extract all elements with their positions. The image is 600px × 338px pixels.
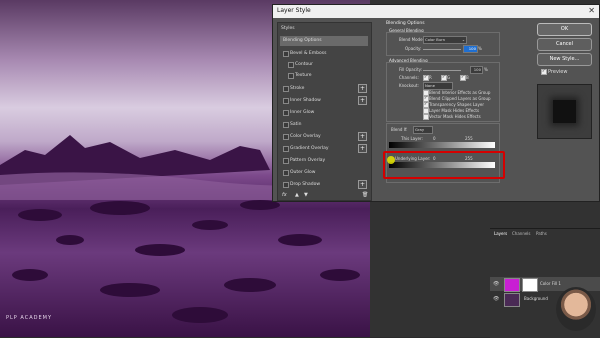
checkbox[interactable]: [283, 134, 289, 140]
watermark-text: PLP ACADEMY: [6, 315, 53, 321]
layer-mask-hides-label: Layer Mask Hides Effects: [429, 108, 480, 113]
blend-mode-label: Blend Mode:: [399, 37, 424, 42]
blend-interior-label: Blend Interior Effects as Group: [429, 90, 491, 95]
this-layer-high: 255: [465, 136, 473, 141]
channel-r-label: R: [429, 75, 432, 80]
opacity-input[interactable]: 100: [463, 45, 478, 53]
presenter-avatar: [556, 287, 596, 331]
add-icon[interactable]: +: [358, 144, 367, 153]
tab-channels[interactable]: Channels: [512, 231, 531, 236]
blend-clipped-label: Blend Clipped Layers as Group: [429, 96, 491, 101]
style-pattern-overlay[interactable]: Pattern Overlay: [280, 156, 368, 166]
cursor-indicator: [387, 156, 395, 164]
blend-mode-select[interactable]: Color Burn ⌄: [423, 36, 467, 44]
opacity-slider[interactable]: [423, 49, 461, 50]
checkbox[interactable]: [283, 86, 289, 92]
this-layer-label: This Layer:: [401, 136, 423, 141]
knockout-label: Knockout:: [399, 83, 419, 88]
knockout-select[interactable]: None: [423, 82, 453, 90]
vector-mask-hides-label: Vector Mask Hides Effects: [429, 114, 481, 119]
add-icon[interactable]: +: [358, 180, 367, 189]
style-blending-options[interactable]: Blending Options: [280, 36, 368, 46]
preview-label: Preview: [548, 69, 568, 75]
transparency-shapes-label: Transparency Shapes Layer: [429, 102, 484, 107]
blending-options-panel: Blending Options General Blending Blend …: [383, 20, 505, 200]
checkbox[interactable]: [283, 110, 289, 116]
layer-thumbnail: [504, 293, 520, 307]
new-style-button[interactable]: New Style...: [537, 53, 592, 66]
this-layer-low: 0: [433, 136, 436, 141]
layer-mask-thumbnail: [522, 278, 538, 292]
checkbox[interactable]: [283, 122, 289, 128]
tab-paths[interactable]: Paths: [536, 231, 547, 236]
trash-icon[interactable]: 🗑: [362, 192, 368, 198]
layer-thumbnail: [504, 278, 520, 292]
style-color-overlay[interactable]: Color Overlay +: [280, 132, 368, 142]
style-texture[interactable]: Texture: [280, 71, 368, 81]
blend-if-label: Blend If:: [391, 127, 408, 132]
style-outer-glow[interactable]: Outer Glow: [280, 168, 368, 178]
tab-layers[interactable]: Layers: [494, 231, 507, 236]
style-inner-shadow[interactable]: Inner Shadow +: [280, 96, 368, 106]
fill-opacity-input[interactable]: 100: [470, 66, 483, 74]
checkbox[interactable]: [283, 182, 289, 188]
layer-name: Color Fill 1: [540, 281, 561, 286]
add-icon[interactable]: +: [358, 96, 367, 105]
style-drop-shadow[interactable]: Drop Shadow +: [280, 180, 368, 190]
style-gradient-overlay[interactable]: Gradient Overlay +: [280, 144, 368, 154]
move-up-icon[interactable]: ▲: [295, 192, 299, 198]
dialog-titlebar[interactable]: Layer Style ✕: [273, 5, 599, 18]
channel-b-label: B: [466, 75, 469, 80]
highlight-box: [383, 151, 505, 179]
this-layer-gradient-slider[interactable]: [389, 142, 495, 148]
style-inner-glow[interactable]: Inner Glow: [280, 108, 368, 118]
style-stroke[interactable]: Stroke +: [280, 84, 368, 94]
checkbox[interactable]: [288, 62, 294, 68]
visibility-eye-icon[interactable]: 👁: [493, 281, 499, 287]
channel-g-label: G: [447, 75, 451, 80]
opacity-unit: %: [478, 46, 482, 51]
checkbox[interactable]: [288, 73, 294, 79]
styles-header: Styles: [281, 26, 295, 31]
add-icon[interactable]: +: [358, 84, 367, 93]
styles-list: Styles Blending Options Bevel & Emboss C…: [277, 22, 372, 201]
preview-checkbox[interactable]: [541, 68, 547, 75]
checkbox[interactable]: [283, 98, 289, 104]
opacity-label: Opacity:: [405, 46, 422, 51]
style-contour[interactable]: Contour: [280, 60, 368, 70]
layer-style-dialog: Layer Style ✕ Styles Blending Options Be…: [272, 4, 600, 202]
cancel-button[interactable]: Cancel: [537, 38, 592, 51]
checkbox[interactable]: [283, 158, 289, 164]
section-title: Blending Options: [386, 21, 425, 26]
style-satin[interactable]: Satin: [280, 120, 368, 130]
add-icon[interactable]: +: [358, 132, 367, 141]
move-down-icon[interactable]: ▼: [304, 192, 308, 198]
visibility-eye-icon[interactable]: 👁: [493, 296, 499, 302]
layer-name: Background: [524, 296, 548, 301]
close-icon[interactable]: ✕: [588, 6, 595, 15]
fill-opacity-label: Fill Opacity:: [399, 67, 423, 72]
style-bevel-emboss[interactable]: Bevel & Emboss: [280, 49, 368, 59]
blend-if-select[interactable]: Gray: [413, 126, 433, 134]
fx-icon[interactable]: fx: [282, 192, 287, 198]
checkbox[interactable]: [283, 51, 289, 57]
style-preview-thumbnail: [537, 84, 592, 139]
dialog-title: Layer Style: [277, 7, 311, 14]
fill-opacity-slider[interactable]: [423, 70, 461, 71]
checkbox[interactable]: [283, 170, 289, 176]
channels-label: Channels:: [399, 75, 419, 80]
ok-button[interactable]: OK: [537, 23, 592, 36]
fill-unit: %: [484, 67, 488, 72]
checkbox[interactable]: [283, 146, 289, 152]
